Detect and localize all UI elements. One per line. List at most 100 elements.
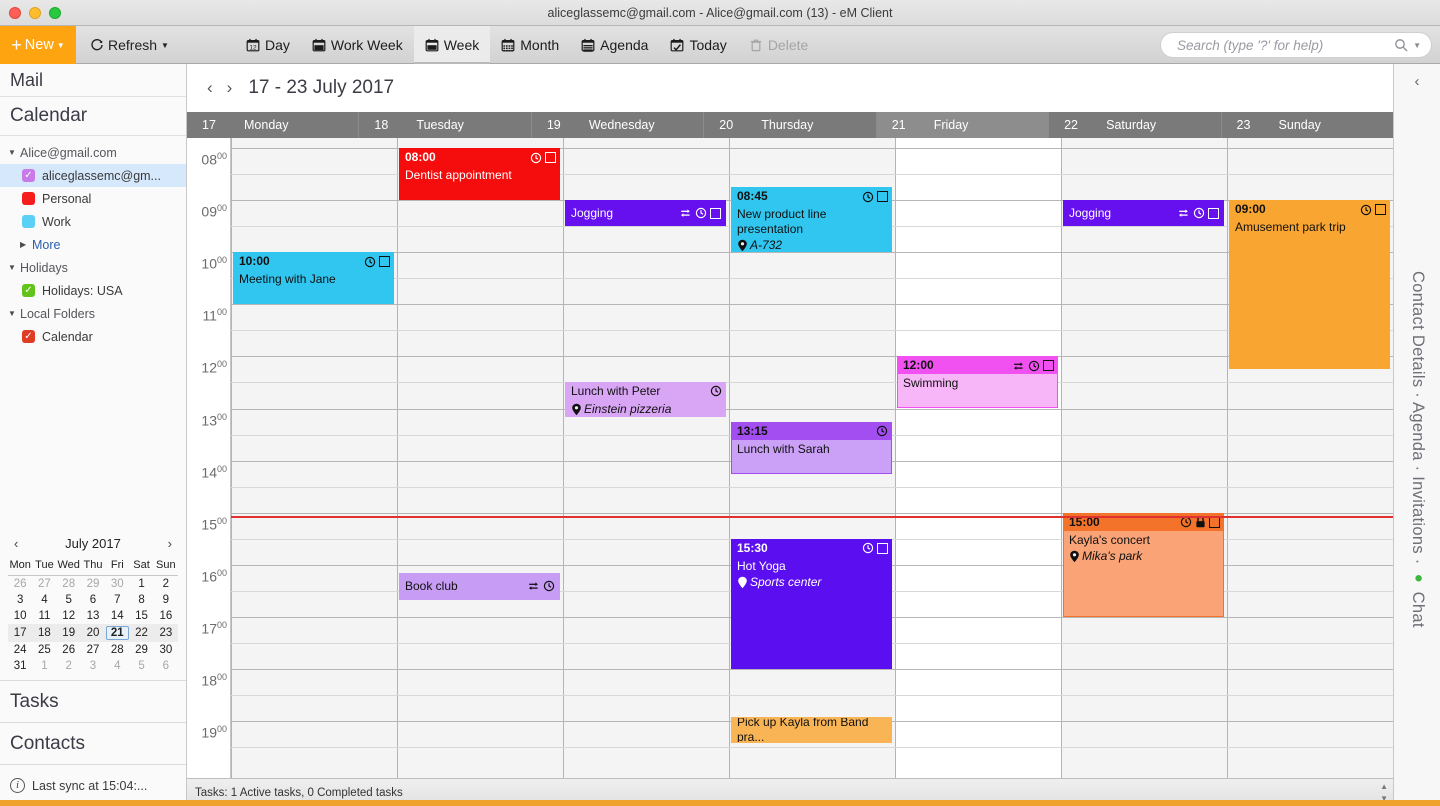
sidebar-folder-local-folders[interactable]: ▼ Local Folders (0, 302, 186, 325)
mini-calendar-day[interactable]: 5 (57, 592, 81, 608)
mini-calendar-day[interactable]: 18 (32, 624, 57, 642)
mini-calendar-day[interactable]: 10 (8, 608, 32, 624)
mini-calendar-day[interactable]: 3 (81, 658, 105, 674)
chevron-right-icon[interactable]: ▶ (20, 240, 32, 249)
collapse-right-sidebar-button[interactable]: ‹ (1394, 64, 1440, 98)
tab-day[interactable]: 12 Day (235, 26, 301, 64)
sidebar-section-tasks[interactable]: Tasks (0, 680, 186, 722)
event-checkbox[interactable] (545, 152, 556, 163)
tab-agenda[interactable]: Agenda (570, 26, 659, 64)
mini-calendar-day[interactable]: 30 (154, 642, 178, 658)
mini-calendar-day[interactable]: 22 (129, 624, 154, 642)
right-sidebar-tabs[interactable]: Contact Details · Agenda · Invitations ·… (1394, 104, 1440, 794)
minimize-window-button[interactable] (29, 7, 41, 19)
calendar-checkbox[interactable] (22, 192, 35, 205)
mini-calendar-day[interactable]: 24 (8, 642, 32, 658)
mini-calendar-day[interactable]: 20 (80, 624, 106, 642)
day-header-friday[interactable]: 21 Friday (875, 112, 1049, 138)
sidebar-section-calendar[interactable]: Calendar (0, 97, 186, 136)
sidebar-folder-work[interactable]: Work (0, 210, 186, 233)
mini-calendar-day[interactable]: 4 (32, 592, 56, 608)
search-input[interactable] (1177, 37, 1395, 53)
sidebar-folder-personal[interactable]: Personal (0, 187, 186, 210)
right-sidebar-labels[interactable]: Contact Details · Agenda · Invitations ·… (1408, 271, 1427, 628)
mini-calendar-week-row[interactable]: 17 18 19 20 21 22 23 (8, 624, 178, 642)
day-header-monday[interactable]: 17 Monday (187, 112, 358, 138)
event-checkbox[interactable] (710, 207, 721, 219)
mini-calendar-week-row[interactable]: 3 4 5 6 7 8 9 (8, 592, 178, 608)
calendar-event[interactable]: 08:45 New product line presentation A-732 (731, 187, 892, 253)
event-checkbox[interactable] (1375, 204, 1386, 216)
sidebar-section-mail[interactable]: Mail (0, 64, 186, 97)
mini-calendar-day[interactable]: 5 (129, 658, 153, 674)
chevron-down-icon[interactable]: ▼ (8, 148, 20, 157)
mini-calendar-day[interactable]: 13 (81, 608, 105, 624)
mini-calendar-prev-button[interactable]: ‹ (8, 536, 24, 551)
mini-calendar-next-button[interactable]: › (162, 536, 178, 551)
mini-calendar-day[interactable]: 30 (105, 576, 129, 593)
mini-calendar-day[interactable]: 14 (105, 608, 129, 624)
mini-calendar-day[interactable]: 15 (129, 608, 153, 624)
event-checkbox[interactable] (877, 542, 888, 554)
chevron-down-icon[interactable]: ▼ (8, 309, 20, 318)
calendar-event[interactable]: 15:30 Hot Yoga Sports center (731, 538, 892, 669)
mini-calendar-day[interactable]: 27 (81, 642, 105, 658)
mini-calendar-day[interactable]: 2 (154, 576, 178, 593)
mini-calendar-day[interactable]: 26 (8, 576, 32, 593)
calendar-event[interactable]: 15:00 Kayla's concert Mika's park (1063, 512, 1224, 617)
mini-calendar-week-row[interactable]: 31 1 2 3 4 5 6 (8, 658, 178, 674)
day-column-wednesday[interactable] (563, 138, 729, 778)
mini-calendar-day[interactable]: 16 (154, 608, 178, 624)
tab-week[interactable]: Week (413, 25, 491, 64)
mini-calendar-day[interactable]: 7 (105, 592, 129, 608)
calendar-event[interactable]: 09:00 Amusement park trip (1229, 200, 1390, 370)
mini-calendar-week-row[interactable]: 10 11 12 13 14 15 16 (8, 608, 178, 624)
sidebar-folder-more[interactable]: ▶ More (0, 233, 186, 256)
calendar-event[interactable]: 08:00 Dentist appointment (399, 148, 560, 201)
mini-calendar-today[interactable]: 21 (105, 624, 130, 642)
calendar-checkbox-checked[interactable]: ✓ (22, 284, 35, 297)
sidebar-folder-aliceglassemc-gm[interactable]: ✓ aliceglassemc@gm... (0, 164, 186, 187)
calendar-event[interactable]: Lunch with Peter Einstein pizzeria (565, 382, 726, 418)
tab-today[interactable]: Today (659, 26, 737, 64)
calendar-checkbox[interactable] (22, 215, 35, 228)
calendar-event[interactable]: 12:00 Swimming (897, 356, 1058, 409)
day-header-tuesday[interactable]: 18 Tuesday (358, 112, 530, 138)
mini-calendar-day[interactable]: 6 (81, 592, 105, 608)
mini-calendar-day[interactable]: 1 (129, 576, 153, 593)
day-column-tuesday[interactable] (397, 138, 563, 778)
mini-calendar-day[interactable]: 28 (105, 642, 129, 658)
event-checkbox[interactable] (1208, 207, 1219, 219)
mini-calendar-day[interactable]: 6 (154, 658, 178, 674)
new-button[interactable]: + New ▼ (0, 25, 76, 64)
scroll-up-icon[interactable]: ▲ (1380, 782, 1388, 791)
refresh-button[interactable]: Refresh ▼ (90, 37, 169, 53)
tab-work-week[interactable]: Work Week (301, 26, 414, 64)
calendar-checkbox-checked[interactable]: ✓ (22, 330, 35, 343)
calendar-checkbox-checked[interactable]: ✓ (22, 169, 35, 182)
day-column-saturday[interactable] (1061, 138, 1227, 778)
day-column-monday[interactable] (231, 138, 397, 778)
close-window-button[interactable] (9, 7, 21, 19)
calendar-grid[interactable]: 08:00 Dentist appointment Jogging 08:45 New … (231, 138, 1393, 778)
sidebar-folder-holidays-usa[interactable]: ✓ Holidays: USA (0, 279, 186, 302)
mini-calendar-day[interactable]: 28 (57, 576, 81, 593)
mini-calendar-day[interactable]: 25 (32, 642, 56, 658)
mini-calendar-day[interactable]: 31 (8, 658, 32, 674)
sidebar-folder-holidays[interactable]: ▼ Holidays (0, 256, 186, 279)
day-header-thursday[interactable]: 20 Thursday (703, 112, 875, 138)
mini-calendar-day[interactable]: 17 (8, 624, 33, 642)
mini-calendar-day[interactable]: 23 (153, 624, 178, 642)
chevron-down-icon[interactable]: ▼ (8, 263, 20, 272)
event-checkbox[interactable] (1043, 360, 1054, 372)
tab-month[interactable]: Month (490, 26, 570, 64)
mini-calendar-day[interactable]: 19 (56, 624, 81, 642)
next-week-button[interactable]: › (220, 78, 240, 98)
mini-calendar-day[interactable]: 27 (32, 576, 56, 593)
mini-calendar-day[interactable]: 3 (8, 592, 32, 608)
event-checkbox[interactable] (379, 256, 390, 268)
calendar-event[interactable]: Pick up Kayla from Band pra... (731, 716, 892, 743)
calendar-event[interactable]: Jogging (1063, 200, 1224, 227)
calendar-event[interactable]: 10:00 Meeting with Jane (233, 252, 394, 305)
mini-calendar-day[interactable]: 12 (57, 608, 81, 624)
